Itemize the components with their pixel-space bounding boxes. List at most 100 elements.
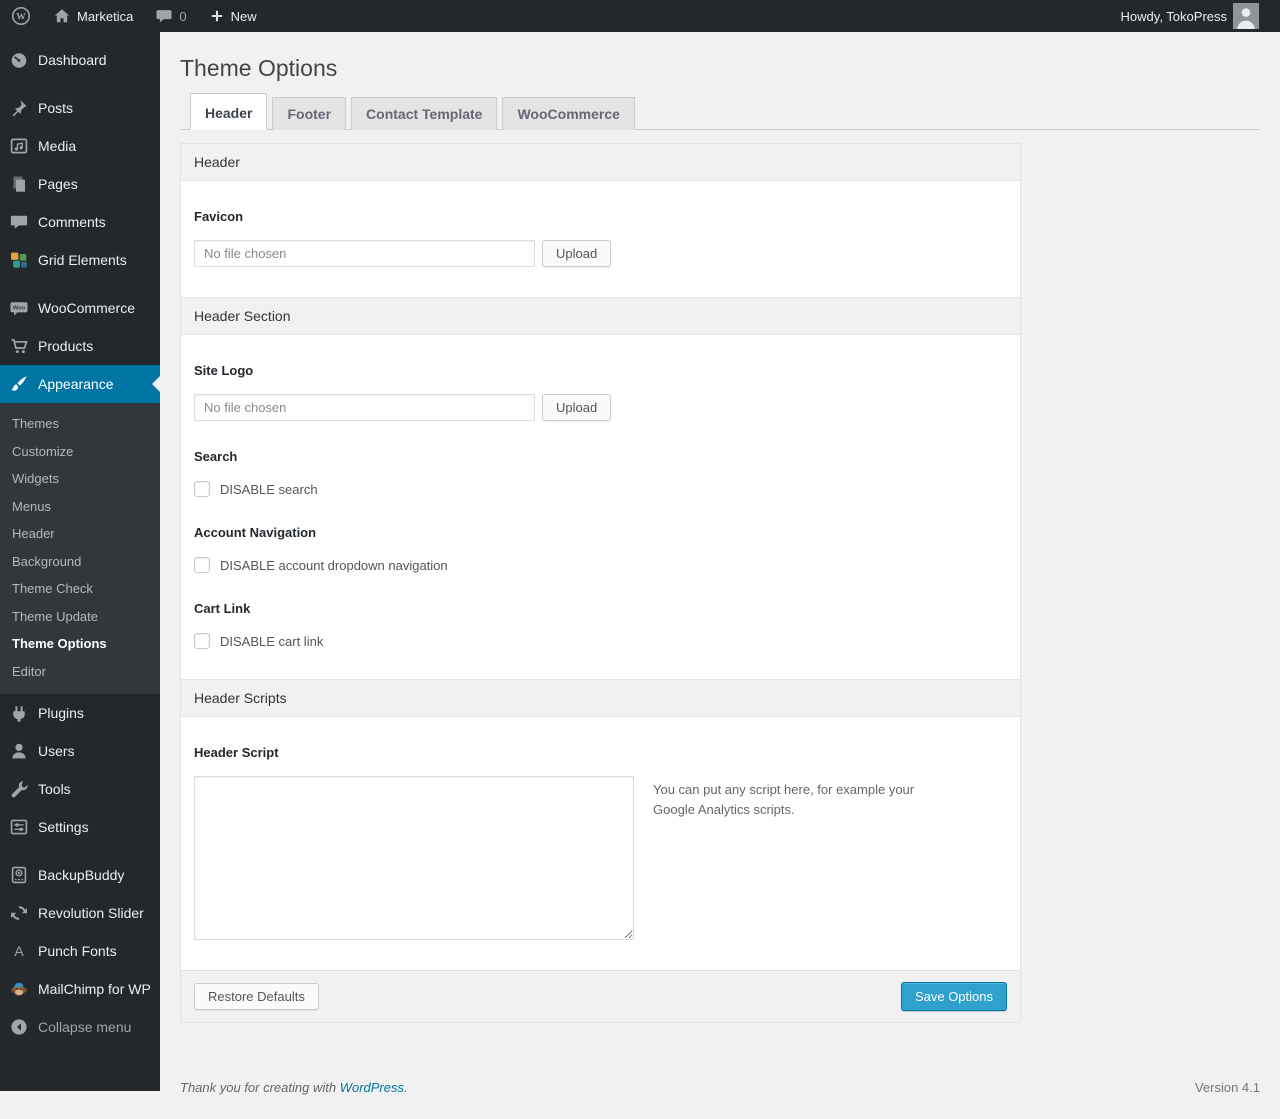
monkey-icon [9, 979, 29, 999]
disable-search-row[interactable]: DISABLE search [194, 481, 1007, 497]
account-navigation-label: Account Navigation [194, 525, 317, 540]
sidebar-item-label: Users [38, 743, 75, 759]
sidebar-item-label: Settings [38, 819, 89, 835]
sidebar-item-plugins[interactable]: Plugins [0, 694, 160, 732]
submenu-item-header[interactable]: Header [0, 520, 160, 548]
favicon-label: Favicon [194, 209, 244, 224]
sidebar-item-woocommerce[interactable]: Woo WooCommerce [0, 289, 160, 327]
sidebar-item-revolution-slider[interactable]: Revolution Slider [0, 894, 160, 932]
disable-search-checkbox[interactable] [194, 481, 210, 497]
plug-icon [9, 703, 29, 723]
favicon-file-input[interactable] [194, 240, 535, 267]
sidebar-item-label: Comments [38, 214, 106, 230]
appearance-submenu: Themes Customize Widgets Menus Header Ba… [0, 403, 160, 694]
sidebar-item-backupbuddy[interactable]: BackupBuddy [0, 856, 160, 894]
backup-drive-icon [9, 865, 29, 885]
submenu-item-theme-options[interactable]: Theme Options [0, 630, 160, 658]
site-logo-file-input[interactable] [194, 394, 535, 421]
letter-a-icon: A [9, 941, 29, 961]
sidebar-item-pages[interactable]: Pages [0, 165, 160, 203]
disable-account-nav-label: DISABLE account dropdown navigation [220, 557, 448, 573]
home-icon [53, 7, 71, 25]
brush-icon [9, 374, 29, 394]
sidebar-item-products[interactable]: Products [0, 327, 160, 365]
site-name: Marketica [77, 8, 134, 24]
cart-link-label: Cart Link [194, 601, 251, 616]
section-title-header-section: Header Section [181, 297, 1020, 335]
howdy-text: Howdy, TokoPress [1120, 8, 1227, 24]
submenu-item-menus[interactable]: Menus [0, 493, 160, 521]
sidebar-item-label: MailChimp for WP [38, 981, 151, 997]
sidebar-item-media[interactable]: Media [0, 127, 160, 165]
dashboard-icon [9, 50, 29, 70]
plus-icon [209, 8, 225, 24]
sidebar-item-label: BackupBuddy [38, 867, 125, 883]
section-body-header-section: Site Logo Upload Search DISABLE search A… [181, 335, 1020, 679]
sidebar-item-comments[interactable]: Comments [0, 203, 160, 241]
sidebar-item-collapse-menu[interactable]: Collapse menu [0, 1008, 160, 1046]
section-title-header: Header [181, 144, 1020, 181]
tab-footer[interactable]: Footer [272, 97, 347, 130]
disable-cart-link-row[interactable]: DISABLE cart link [194, 633, 1007, 649]
submenu-item-theme-update[interactable]: Theme Update [0, 603, 160, 631]
wrench-icon [9, 779, 29, 799]
disable-account-nav-checkbox[interactable] [194, 557, 210, 573]
menu-separator [0, 79, 160, 89]
refresh-icon [9, 903, 29, 923]
sidebar-item-label: Revolution Slider [38, 905, 144, 921]
submenu-item-themes[interactable]: Themes [0, 410, 160, 438]
sidebar-item-label: Plugins [38, 705, 84, 721]
submenu-item-widgets[interactable]: Widgets [0, 465, 160, 493]
site-name-link[interactable]: Marketica [42, 0, 144, 32]
sidebar-item-appearance[interactable]: Appearance [0, 365, 160, 403]
submenu-item-editor[interactable]: Editor [0, 658, 160, 686]
theme-options-panel: Header Favicon Upload Header Section Sit… [180, 143, 1021, 1023]
media-icon [9, 136, 29, 156]
comments-shortcut[interactable]: 0 [144, 0, 197, 32]
header-script-help-text: You can put any script here, for example… [653, 782, 915, 818]
wordpress-link[interactable]: WordPress [340, 1080, 404, 1095]
submenu-item-background[interactable]: Background [0, 548, 160, 576]
admin-bar: W Marketica 0 New Howdy, TokoPress [0, 0, 1280, 32]
sidebar-item-tools[interactable]: Tools [0, 770, 160, 808]
site-logo-label: Site Logo [194, 363, 254, 378]
tab-contact-template[interactable]: Contact Template [351, 97, 498, 130]
panel-footer: Restore Defaults Save Options [181, 970, 1020, 1022]
sidebar-item-settings[interactable]: Settings [0, 808, 160, 846]
my-account-menu[interactable]: Howdy, TokoPress [1110, 0, 1270, 32]
disable-cart-link-label: DISABLE cart link [220, 633, 324, 649]
header-script-textarea[interactable] [194, 776, 634, 940]
woocommerce-icon: Woo [9, 298, 29, 318]
tab-header[interactable]: Header [190, 93, 268, 130]
sidebar-item-mailchimp[interactable]: MailChimp for WP [0, 970, 160, 1008]
menu-separator [0, 846, 160, 856]
disable-account-nav-row[interactable]: DISABLE account dropdown navigation [194, 557, 1007, 573]
wp-logo-menu[interactable]: W [0, 0, 42, 32]
save-options-button[interactable]: Save Options [900, 982, 1007, 1011]
submenu-item-theme-check[interactable]: Theme Check [0, 575, 160, 603]
sidebar-item-label: Punch Fonts [38, 943, 117, 959]
disable-cart-link-checkbox[interactable] [194, 633, 210, 649]
comment-count: 0 [179, 8, 187, 24]
site-logo-upload-button[interactable]: Upload [542, 394, 612, 421]
restore-defaults-button[interactable]: Restore Defaults [194, 983, 319, 1010]
submenu-item-customize[interactable]: Customize [0, 438, 160, 466]
sidebar-item-posts[interactable]: Posts [0, 89, 160, 127]
pin-icon [9, 98, 29, 118]
sidebar-item-label: WooCommerce [38, 300, 135, 316]
favicon-upload-button[interactable]: Upload [542, 240, 612, 267]
sidebar-item-dashboard[interactable]: Dashboard [0, 41, 160, 79]
section-body-header: Favicon Upload [181, 181, 1020, 297]
tab-woocommerce[interactable]: WooCommerce [502, 97, 635, 130]
admin-menu: Dashboard Posts Media Pages Comments Gri… [0, 32, 160, 1091]
sidebar-item-label: Media [38, 138, 77, 154]
sidebar-item-punch-fonts[interactable]: A Punch Fonts [0, 932, 160, 970]
sidebar-item-label: Dashboard [38, 52, 107, 68]
header-script-label: Header Script [194, 745, 279, 760]
sidebar-item-users[interactable]: Users [0, 732, 160, 770]
footer-thanks-suffix: . [404, 1080, 408, 1095]
menu-separator [0, 279, 160, 289]
sidebar-item-grid-elements[interactable]: Grid Elements [0, 241, 160, 279]
section-title-header-scripts: Header Scripts [181, 679, 1020, 717]
new-content-menu[interactable]: New [198, 0, 268, 32]
